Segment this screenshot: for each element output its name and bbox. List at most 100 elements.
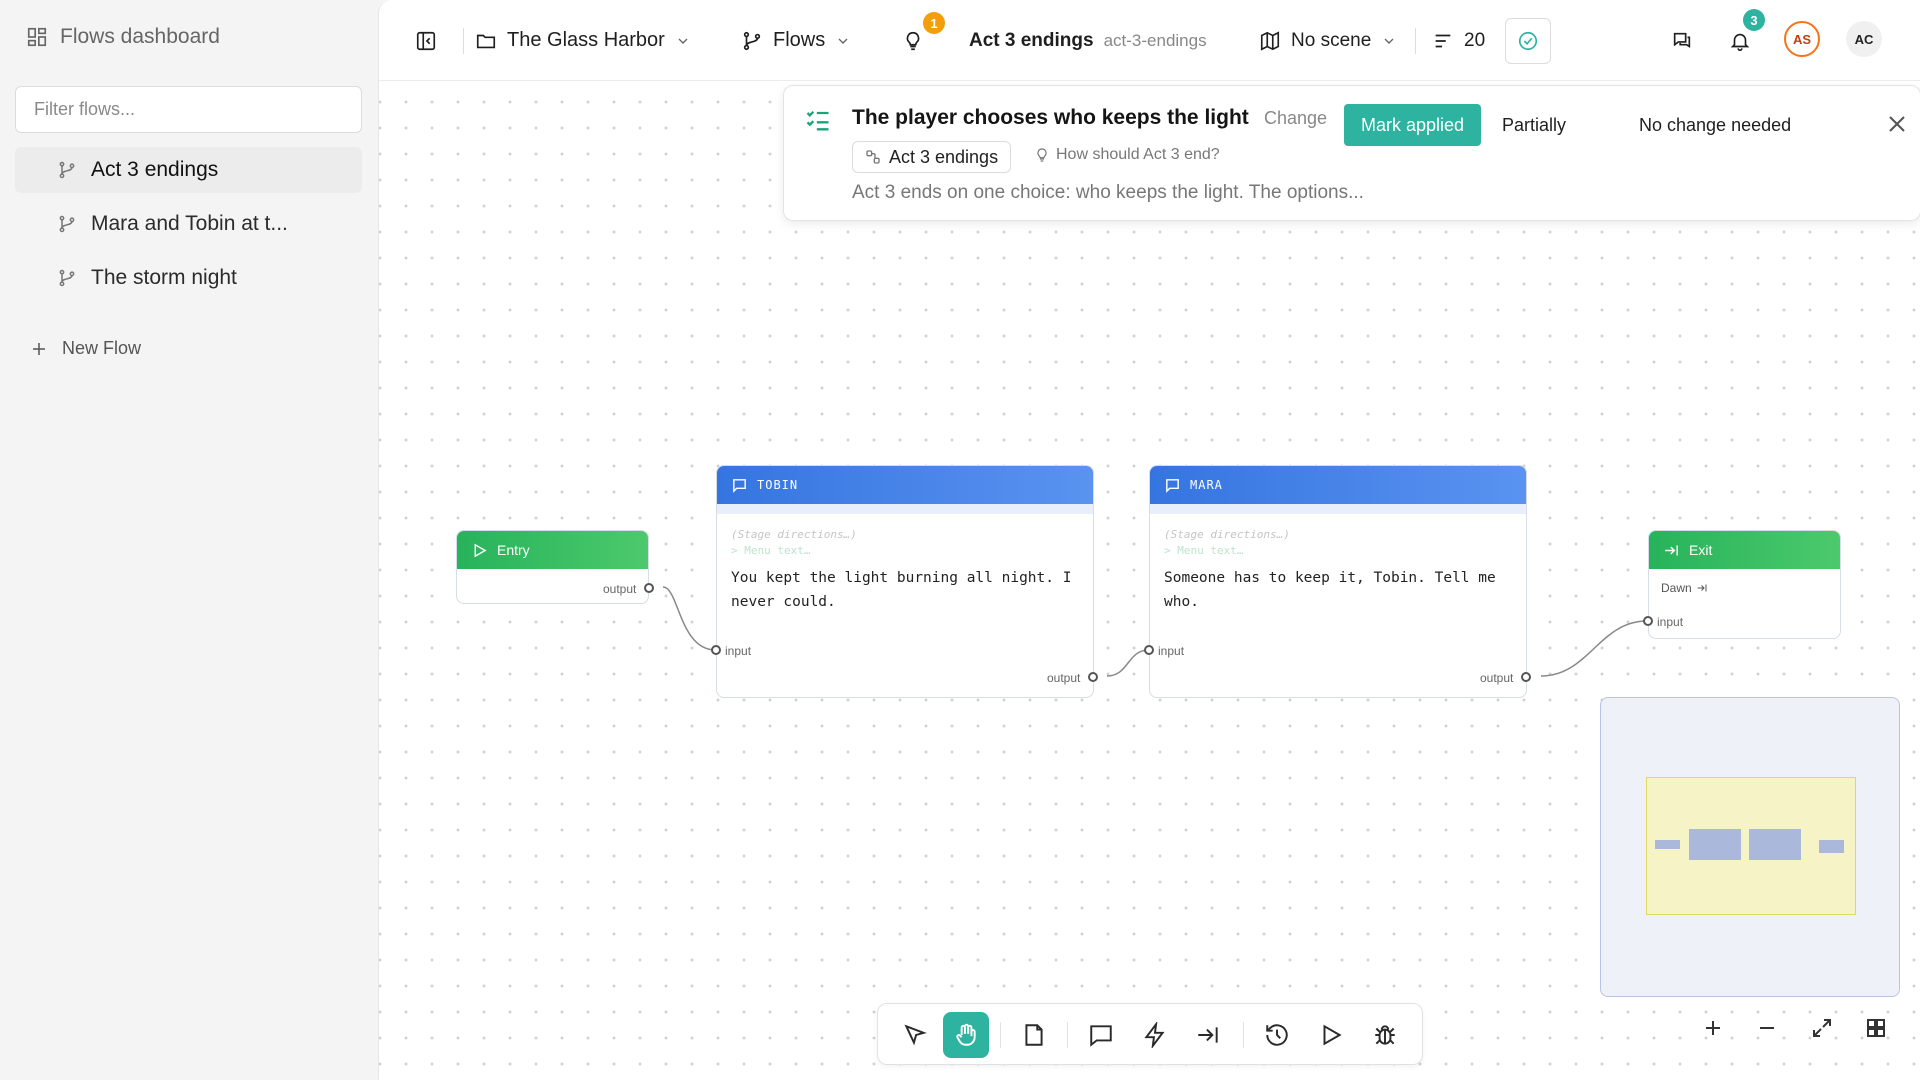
note-icon (1025, 1024, 1043, 1046)
expand-icon (1813, 1019, 1831, 1037)
bell-icon (1730, 33, 1750, 51)
chevron-down-icon (678, 38, 688, 44)
dialogue-node-mara[interactable]: MARA (Stage directions…) > Menu text… So… (1144, 465, 1531, 698)
folder-icon (476, 34, 496, 48)
dialogue-node-tobin[interactable]: TOBIN (Stage directions…) > Menu text… Y… (711, 465, 1098, 698)
review-banner: The player chooses who keeps the light C… (783, 85, 1920, 221)
main-panel: The Glass Harbor Flows 1 Act 3 endings a… (378, 0, 1920, 1080)
minimap-toggle-button[interactable] (1858, 1010, 1894, 1046)
dialogue-text[interactable]: Someone has to keep it, Tobin. Tell me w… (1164, 566, 1514, 614)
flow-canvas[interactable]: The player chooses who keeps the light C… (379, 81, 1920, 1080)
sidebar-item-mara-and-tobin[interactable]: Mara and Tobin at t... (15, 201, 362, 247)
mark-applied-button[interactable]: Mark applied (1344, 104, 1481, 146)
entry-node[interactable]: Entry output (456, 530, 654, 604)
canvas-toolbar (877, 1003, 1423, 1065)
dialogue-header: MARA (1150, 466, 1526, 504)
hand-icon (956, 1023, 976, 1046)
toggle-sidebar-button[interactable] (415, 0, 437, 81)
review-kind: Change (1264, 108, 1328, 128)
minimap-node (1689, 829, 1741, 860)
status-check (1505, 17, 1551, 64)
minus-icon (1760, 1027, 1774, 1029)
history-icon (1266, 1024, 1288, 1046)
mara-output-port[interactable] (1521, 672, 1531, 682)
play-tool[interactable] (1308, 1012, 1354, 1058)
menu-text-placeholder[interactable]: > Menu text… (731, 544, 810, 557)
edge-tobin-mara (1106, 649, 1150, 677)
play-icon (474, 543, 487, 557)
line-count-button[interactable]: 20 (1432, 0, 1485, 81)
select-tool[interactable] (892, 1012, 938, 1058)
pan-tool[interactable] (943, 1012, 989, 1058)
divider (1067, 1022, 1068, 1048)
minimap-node (1655, 840, 1680, 849)
close-icon[interactable] (1883, 110, 1911, 138)
menu-text-placeholder[interactable]: > Menu text… (1164, 544, 1243, 557)
history-tool[interactable] (1254, 1012, 1300, 1058)
exit-input-port[interactable] (1643, 616, 1653, 626)
avatar[interactable]: AS (1784, 21, 1820, 57)
exit-node[interactable]: Exit Dawn input (1643, 530, 1841, 639)
sidebar-collapse-icon (416, 31, 436, 50)
exit-tool[interactable] (1185, 1012, 1231, 1058)
section-name: Flows (773, 29, 826, 51)
flow-slug: act-3-endings (1103, 30, 1207, 50)
event-tool[interactable] (1132, 1012, 1178, 1058)
minimap[interactable] (1600, 697, 1900, 997)
scene-name: No scene (1291, 29, 1372, 51)
line-count: 20 (1464, 29, 1486, 51)
sidebar-item-act-3-endings[interactable]: Act 3 endings (15, 147, 362, 193)
dashboard-icon (27, 27, 47, 47)
minimap-node (1819, 840, 1844, 853)
node-strip (717, 504, 1093, 514)
comments-icon (1673, 32, 1691, 48)
entry-label: Entry (497, 542, 530, 558)
zoom-out-button[interactable] (1749, 1010, 1785, 1046)
speaker-name: TOBIN (757, 478, 799, 492)
sidebar-item-label: The storm night (91, 266, 237, 289)
node-strip (1150, 504, 1526, 514)
avatar[interactable]: AC (1846, 21, 1882, 57)
flows-dashboard-link[interactable]: Flows dashboard (26, 22, 220, 52)
project-selector[interactable]: The Glass Harbor (475, 0, 691, 81)
flow-link-icon (866, 150, 880, 164)
ideas-button[interactable] (902, 0, 924, 81)
dialogue-text[interactable]: You kept the light burning all night. I … (731, 566, 1081, 614)
comments-button[interactable] (1671, 0, 1693, 81)
status-check-button[interactable] (1505, 0, 1551, 81)
exit-label: Exit (1689, 542, 1713, 558)
debug-tool[interactable] (1362, 1012, 1408, 1058)
flow-branch-icon (59, 269, 75, 287)
lightbulb-icon (1037, 148, 1047, 162)
entry-output-port[interactable] (644, 583, 654, 593)
review-question[interactable]: How should Act 3 end? (1034, 146, 1220, 164)
divider (1243, 1022, 1244, 1048)
zoom-in-button[interactable] (1695, 1010, 1731, 1046)
partially-button[interactable]: Partially (1502, 104, 1566, 146)
lightbulb-icon (906, 31, 920, 50)
no-change-needed-button[interactable]: No change needed (1639, 104, 1791, 146)
section-selector[interactable]: Flows (741, 0, 851, 81)
scene-selector[interactable]: No scene (1259, 0, 1397, 81)
dialogue-tool[interactable] (1078, 1012, 1124, 1058)
filter-flows-input[interactable] (15, 86, 362, 133)
grid-icon (1867, 1019, 1885, 1037)
play-icon (1323, 1024, 1342, 1046)
fit-view-button[interactable] (1804, 1010, 1840, 1046)
checklist-icon (806, 111, 829, 131)
tobin-input-port[interactable] (711, 645, 721, 655)
stage-directions-placeholder[interactable]: (Stage directions…) (731, 528, 857, 541)
sidebar: Flows dashboard Act 3 endings Mara and T… (0, 0, 378, 1080)
new-flow-button[interactable]: New Flow (30, 338, 141, 359)
sidebar-item-storm-night[interactable]: The storm night (15, 255, 362, 301)
sidebar-item-label: Act 3 endings (91, 158, 219, 181)
note-tool[interactable] (1011, 1012, 1057, 1058)
exit-arrow-icon (1198, 1027, 1218, 1043)
stage-directions-placeholder[interactable]: (Stage directions…) (1164, 528, 1290, 541)
mara-input-port[interactable] (1144, 645, 1154, 655)
exit-target-label: Dawn (1661, 581, 1692, 595)
flow-branch-icon (59, 215, 75, 233)
lightning-icon (1144, 1022, 1165, 1048)
flow-chip[interactable]: Act 3 endings (852, 141, 1012, 173)
tobin-output-port[interactable] (1088, 672, 1098, 682)
